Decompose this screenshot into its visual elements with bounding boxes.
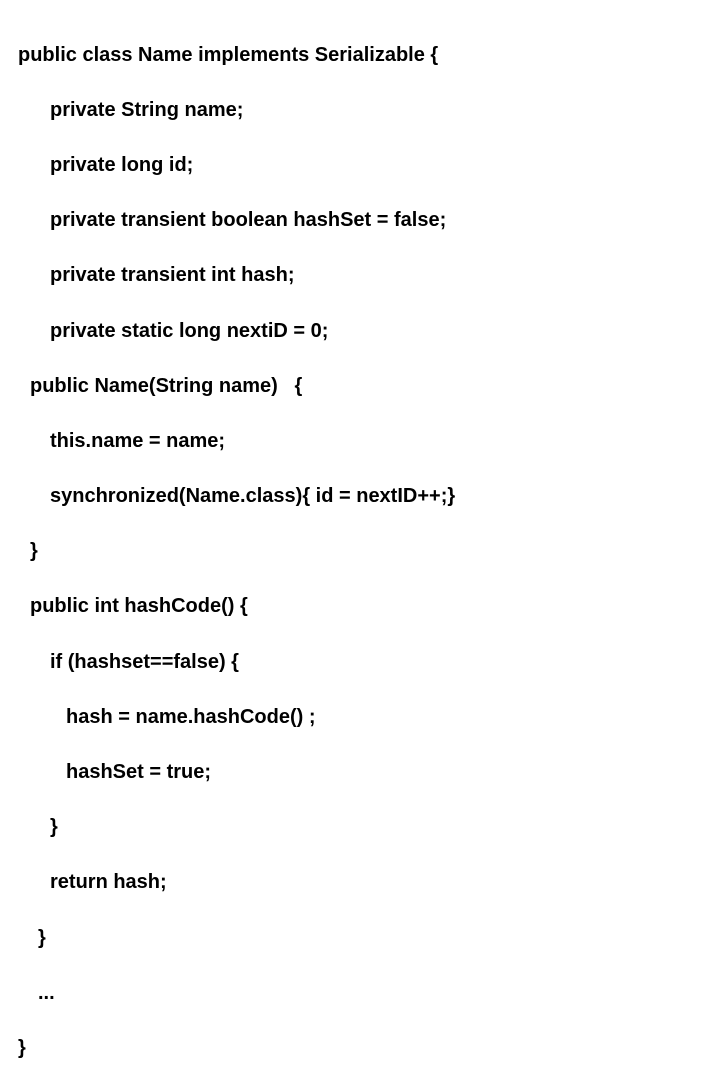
code-line: public int hashCode() { [10, 593, 710, 621]
code-line: hashSet = true; [10, 759, 710, 787]
code-line: return hash; [10, 869, 710, 897]
code-line: } [10, 538, 710, 566]
code-line: ... [10, 980, 710, 1008]
code-line: public class Name implements Serializabl… [10, 42, 710, 70]
code-line: this.name = name; [10, 428, 710, 456]
code-block: public class Name implements Serializabl… [10, 14, 710, 1080]
code-line: private transient boolean hashSet = fals… [10, 207, 710, 235]
code-line: } [10, 925, 710, 953]
code-line: private static long nextiD = 0; [10, 318, 710, 346]
code-line: private long id; [10, 152, 710, 180]
code-line: } [10, 1035, 710, 1063]
code-line: if (hashset==false) { [10, 649, 710, 677]
code-line: private transient int hash; [10, 262, 710, 290]
code-line: private String name; [10, 97, 710, 125]
code-line: synchronized(Name.class){ id = nextID++;… [10, 483, 710, 511]
code-line: hash = name.hashCode() ; [10, 704, 710, 732]
code-line: } [10, 814, 710, 842]
code-line: public Name(String name) { [10, 373, 710, 401]
